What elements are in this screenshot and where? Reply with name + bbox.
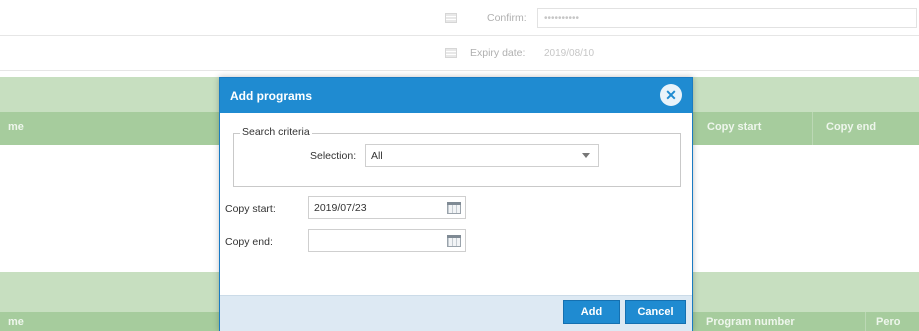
copy-end-label: Copy end: [225, 236, 273, 248]
selection-label: Selection: [310, 150, 357, 162]
confirm-password-input[interactable]: •••••••••• [537, 8, 917, 28]
calendar-icon[interactable] [447, 235, 461, 247]
cancel-button[interactable]: Cancel [625, 300, 686, 324]
selection-dropdown[interactable]: All [365, 144, 599, 167]
table2-col-program-number[interactable]: Program number [706, 316, 795, 328]
password-icon [445, 13, 457, 23]
dialog-footer [220, 295, 692, 331]
table2-col-partial[interactable]: Pero [876, 316, 900, 328]
expiry-date-label: Expiry date: [470, 47, 526, 59]
table2-col-name[interactable]: me [8, 316, 24, 328]
copy-start-value: 2019/07/23 [314, 201, 367, 214]
search-criteria-legend: Search criteria [240, 126, 312, 138]
calendar-icon [445, 48, 457, 58]
dialog-title: Add programs [230, 88, 313, 103]
add-button[interactable]: Add [563, 300, 620, 324]
add-programs-dialog: Add programs ✕ Search criteria Selection… [219, 77, 693, 331]
copy-end-input[interactable] [308, 229, 466, 252]
table1-col-copy-start[interactable]: Copy start [707, 121, 761, 133]
copy-start-input[interactable]: 2019/07/23 [308, 196, 466, 219]
expiry-date-input[interactable]: 2019/08/10 [537, 43, 917, 63]
column-separator [865, 312, 866, 331]
dialog-title-bar[interactable]: Add programs [220, 78, 692, 113]
calendar-icon[interactable] [447, 202, 461, 214]
column-separator [812, 112, 813, 145]
selection-value: All [371, 149, 383, 162]
confirm-label: Confirm: [487, 12, 527, 24]
table1-col-name[interactable]: me [8, 121, 24, 133]
table1-col-copy-end[interactable]: Copy end [826, 121, 876, 133]
copy-start-label: Copy start: [225, 203, 276, 215]
close-icon[interactable]: ✕ [660, 84, 682, 106]
chevron-down-icon[interactable] [582, 153, 590, 158]
